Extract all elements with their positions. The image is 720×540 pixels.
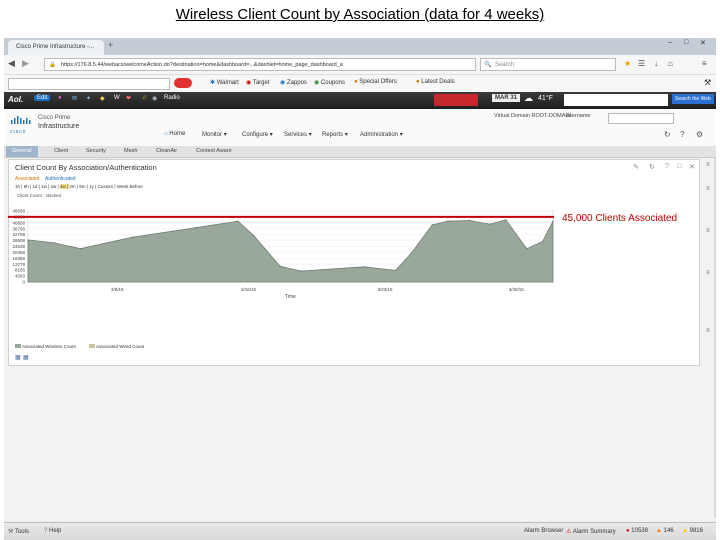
data-point	[363, 266, 365, 268]
data-point	[79, 248, 82, 250]
data-point	[552, 220, 554, 222]
y-tick-label: 49058	[12, 209, 25, 214]
data-point	[132, 236, 134, 238]
y-tick-label: 0	[22, 280, 25, 285]
data-point	[279, 265, 281, 267]
annotation-label: 45,000 Clients Associated	[562, 213, 677, 224]
y-tick-label: 12278	[12, 262, 25, 267]
data-point	[27, 239, 29, 241]
data-point	[431, 224, 433, 226]
x-tick-label: 3/30/15	[509, 287, 525, 292]
x-axis-label: Time	[285, 294, 296, 300]
client-count-chart: 4905845068408583676832708286082453820468…	[8, 209, 677, 300]
y-tick-label: 28608	[12, 238, 25, 243]
data-point	[505, 219, 507, 221]
y-tick-label: 24538	[12, 244, 25, 249]
x-tick-label: 3/23/15	[377, 287, 393, 292]
y-tick-label: 16368	[12, 256, 25, 261]
y-tick-label: 40858	[12, 220, 25, 225]
y-tick-label: 4093	[15, 274, 26, 279]
y-tick-label: 8185	[15, 268, 26, 273]
data-point	[195, 227, 197, 229]
data-point	[447, 220, 449, 222]
x-tick-label: 3/16/15	[241, 287, 257, 292]
data-point	[394, 269, 397, 271]
data-point	[300, 270, 302, 272]
x-tick-label: 3/9/15	[111, 287, 124, 292]
y-tick-label: 20468	[12, 250, 25, 255]
data-point	[541, 240, 544, 243]
data-point	[526, 248, 528, 250]
y-tick-label: 36768	[12, 226, 25, 231]
data-point	[321, 269, 323, 271]
data-point	[237, 220, 239, 222]
data-point	[489, 223, 491, 225]
data-point	[253, 235, 255, 237]
data-point	[53, 242, 55, 244]
data-point	[468, 219, 470, 222]
y-tick-label: 32708	[12, 232, 25, 237]
data-point	[410, 252, 412, 254]
